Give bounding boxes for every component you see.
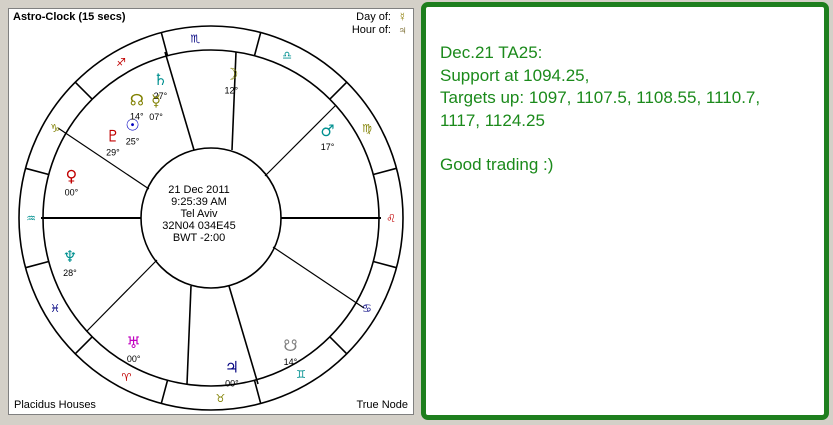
sign-libra-icon: ♎ — [282, 49, 292, 62]
planet-mercury-icon: ☿ — [151, 91, 161, 110]
sign-taurus-icon: ♉ — [215, 392, 225, 405]
sign-divider — [329, 336, 348, 355]
planet-pluto-degree: 29° — [106, 148, 120, 158]
sign-divider — [74, 336, 93, 355]
sign-divider — [329, 81, 348, 100]
message-line-1: Dec.21 TA25: — [440, 43, 543, 62]
planet-venus-icon: ♀ — [66, 166, 78, 185]
sign-divider — [160, 380, 169, 404]
planet-saturn-icon: ♄ — [153, 70, 167, 89]
sign-divider — [25, 167, 49, 176]
planet-mars-icon: ♂ — [320, 121, 334, 140]
planet-moon-degree: 12° — [225, 85, 239, 95]
planet-neptune-degree: 28° — [63, 268, 77, 278]
planet-neptune-icon: ♆ — [63, 247, 77, 266]
chart-wheel: ♏♎♍♌♋♊♉♈♓♒♑♐ ☽12°♃00°♂17°♀00°♆28°♅00°☉25… — [18, 25, 404, 411]
planet-jupiter-degree: 00° — [225, 379, 239, 389]
sign-pisces-icon: ♓ — [50, 302, 60, 315]
center-time: 9:25:39 AM — [171, 196, 227, 208]
center-zone: BWT -2:00 — [173, 232, 225, 244]
planet-node-degree: 14° — [130, 111, 144, 121]
message-line-5: Good trading :) — [440, 155, 554, 174]
center-coords: 32N04 034E45 — [162, 220, 235, 232]
house-system-label: Placidus Houses — [14, 399, 96, 411]
message-line-3: Targets up: 1097, 1107.5, 1108.55, 1110.… — [440, 88, 761, 107]
planet-venus-degree: 00° — [65, 187, 79, 197]
sign-scorpio-icon: ♏ — [190, 33, 200, 46]
planet-uranus-icon: ♅ — [126, 333, 140, 352]
sign-aquarius-icon: ♒ — [26, 212, 36, 225]
planet-node-icon: ☊ — [130, 90, 144, 109]
sign-divider — [74, 81, 93, 100]
message-panel: Dec.21 TA25: Support at 1094.25, Targets… — [419, 0, 833, 425]
message-box: Dec.21 TA25: Support at 1094.25, Targets… — [421, 2, 829, 420]
sign-cancer-icon: ♋ — [362, 302, 372, 315]
center-place: Tel Aviv — [180, 208, 218, 220]
sign-leo-icon: ♌ — [386, 212, 396, 225]
node-type-label: True Node — [356, 399, 408, 411]
planet-mercury-degree: 07° — [149, 112, 163, 122]
planet-moon-icon: ☽ — [224, 64, 238, 83]
sign-sagittarius-icon: ♐ — [116, 56, 126, 69]
astro-clock-panel: Astro-Clock (15 secs) Day of: ☿ Hour of:… — [0, 0, 418, 425]
planet-sun-degree: 25° — [126, 137, 140, 147]
astro-clock-window: Astro-Clock (15 secs) Day of: ☿ Hour of:… — [8, 8, 414, 415]
sign-aries-icon: ♈ — [122, 371, 132, 384]
sign-capricorn-icon: ♑ — [50, 122, 60, 135]
sign-divider — [25, 260, 49, 269]
message-line-2: Support at 1094.25, — [440, 65, 590, 85]
planet-south-node-icon: ☋ — [283, 336, 297, 355]
sign-virgo-icon: ♍ — [362, 122, 372, 135]
planet-south-node-degree: 14° — [284, 357, 298, 367]
sign-gemini-icon: ♊ — [296, 368, 306, 381]
planet-uranus-degree: 00° — [127, 354, 141, 364]
planet-mars-degree: 17° — [321, 142, 335, 152]
sign-divider — [373, 167, 397, 176]
center-date: 21 Dec 2011 — [168, 184, 230, 196]
message-line-4: 1117, 1124.25 — [440, 110, 545, 130]
sign-divider — [253, 32, 262, 56]
planet-jupiter-icon: ♃ — [225, 358, 239, 377]
sign-divider — [373, 260, 397, 269]
planet-pluto-icon: ♇ — [106, 127, 120, 146]
